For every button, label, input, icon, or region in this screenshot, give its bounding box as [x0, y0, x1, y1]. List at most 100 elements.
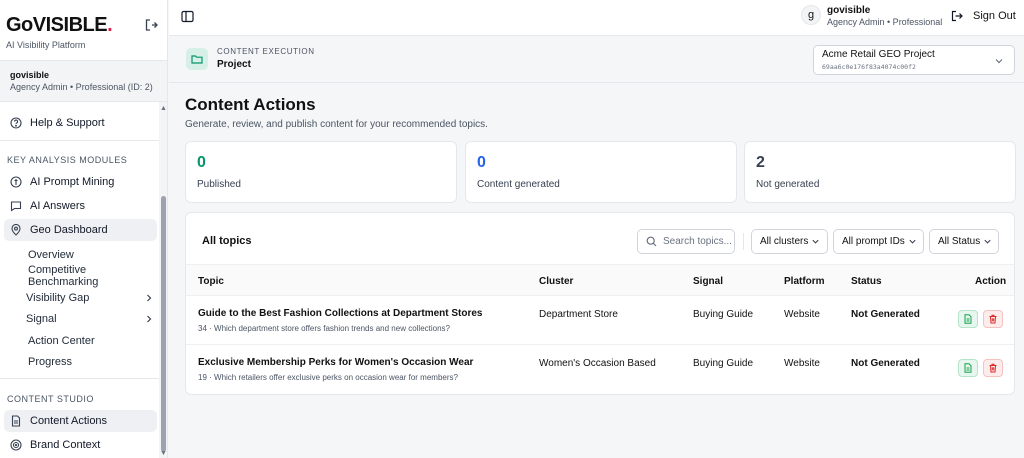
bulb-icon	[10, 176, 22, 188]
column-header-signal[interactable]: Signal	[693, 276, 723, 287]
search-icon	[646, 236, 657, 247]
cluster-cell: Department Store	[539, 309, 618, 320]
chevron-down-icon	[995, 59, 1003, 64]
tagline: AI Visibility Platform	[6, 40, 86, 50]
stat-label: Published	[197, 179, 241, 190]
chevron-right-icon	[147, 294, 152, 302]
message-icon	[10, 201, 22, 212]
cluster-cell: Women's Occasion Based	[539, 358, 656, 369]
collapse-sidebar-icon[interactable]	[144, 18, 158, 32]
platform-cell: Website	[784, 358, 820, 369]
sidebar-subitem-overview[interactable]: Overview	[28, 245, 156, 265]
column-header-topic[interactable]: Topic	[198, 276, 224, 287]
stat-value: 0	[477, 154, 486, 171]
logo[interactable]: GoVISIBLE.	[6, 14, 113, 36]
sidebar-item-ai-prompt-mining[interactable]: AI Prompt Mining	[4, 171, 157, 193]
sidebar-item-ai-answers[interactable]: AI Answers	[4, 195, 157, 217]
sidebar-item-label: Brand Context	[30, 439, 101, 451]
topbar-user-name: govisible	[827, 5, 871, 16]
delete-button[interactable]	[983, 310, 1003, 328]
prompt-id: 34	[198, 324, 207, 333]
folder-badge	[186, 48, 208, 70]
sidebar-user-box: govisible Agency Admin • Professional (I…	[0, 60, 167, 102]
search-box[interactable]	[637, 229, 735, 254]
project-name: Acme Retail GEO Project	[822, 49, 935, 60]
platform-cell: Website	[784, 309, 820, 320]
panel-toggle-icon[interactable]	[181, 10, 194, 23]
project-id: 69aa6c0e176f83a4074c00f2	[822, 63, 916, 71]
sidebar-subitem-label: Visibility Gap	[26, 292, 90, 304]
sign-out-button[interactable]: Sign Out	[951, 8, 1016, 24]
file-text-icon	[964, 363, 972, 373]
divider	[0, 378, 159, 379]
sidebar-user-role: Agency Admin • Professional (ID: 2)	[10, 82, 153, 92]
sidebar-subitem-competitive-benchmarking[interactable]: Competitive Benchmarking	[28, 264, 156, 288]
sidebar-subitem-visibility-gap[interactable]: Visibility Gap	[26, 288, 154, 308]
column-header-cluster[interactable]: Cluster	[539, 276, 573, 287]
sidebar-scrollbar-thumb[interactable]	[161, 196, 166, 452]
filter-clusters[interactable]: All clusters	[751, 229, 828, 254]
stat-value: 0	[197, 154, 206, 171]
question-text: Which department store offers fashion tr…	[214, 324, 450, 333]
help-circle-icon	[10, 117, 22, 129]
map-pin-icon	[11, 224, 21, 236]
topic-title[interactable]: Exclusive Membership Perks for Women's O…	[198, 357, 473, 368]
sidebar-item-label: AI Prompt Mining	[30, 176, 115, 188]
table-row[interactable]: Guide to the Best Fashion Collections at…	[186, 296, 1014, 345]
sidebar-subitem-action-center[interactable]: Action Center	[28, 331, 156, 351]
topic-question: 34 · Which department store offers fashi…	[198, 324, 450, 333]
sidebar-item-label: Geo Dashboard	[30, 224, 108, 236]
sidebar-item-content-actions[interactable]: Content Actions	[4, 410, 157, 432]
filter-prompt-ids[interactable]: All prompt IDs	[833, 229, 924, 254]
sidebar-subitem-label: Overview	[28, 249, 74, 261]
page-title: Content Actions	[185, 95, 316, 114]
context-value: Project	[217, 59, 251, 70]
signal-cell: Buying Guide	[693, 358, 754, 369]
avatar[interactable]: g	[801, 5, 821, 25]
table-row[interactable]: Exclusive Membership Perks for Women's O…	[186, 345, 1014, 394]
prompt-id: 19	[198, 373, 207, 382]
search-input[interactable]	[663, 236, 733, 247]
generate-content-button[interactable]	[958, 359, 978, 377]
sidebar-subitem-label: Competitive Benchmarking	[28, 264, 99, 288]
delete-button[interactable]	[983, 359, 1003, 377]
chevron-down-icon	[812, 239, 819, 244]
sidebar-subitem-label: Progress	[28, 356, 73, 368]
filter-status[interactable]: All Status	[929, 229, 999, 254]
sidebar-item-geo-dashboard[interactable]: Geo Dashboard	[4, 219, 157, 241]
topic-title[interactable]: Guide to the Best Fashion Collections at…	[198, 308, 483, 319]
sign-out-label: Sign Out	[973, 10, 1016, 22]
context-bar: CONTENT EXECUTION Project Acme Retail GE…	[169, 37, 1024, 83]
generate-content-button[interactable]	[958, 310, 978, 328]
sidebar-item-label: AI Answers	[30, 200, 86, 212]
stat-card-not-generated: 2 Not generated	[744, 141, 1016, 203]
sidebar-subitem-progress[interactable]: Progress	[28, 352, 156, 372]
context-label: CONTENT EXECUTION	[217, 47, 315, 56]
trash-icon	[989, 314, 997, 324]
project-select[interactable]: Acme Retail GEO Project 69aa6c0e176f83a4…	[813, 45, 1015, 75]
chevron-right-icon	[147, 315, 152, 323]
status-cell: Not Generated	[851, 358, 920, 369]
sidebar-subitem-label: Signal	[26, 313, 57, 325]
file-text-icon	[964, 314, 972, 324]
column-header-platform[interactable]: Platform	[784, 276, 825, 287]
section-label-content-studio: CONTENT STUDIO	[7, 394, 94, 404]
sidebar-item-label: Content Actions	[30, 415, 108, 427]
sidebar-item-help-support[interactable]: Help & Support	[4, 112, 157, 134]
scroll-down-icon[interactable]: ▼	[160, 450, 167, 457]
scroll-up-icon[interactable]: ▲	[160, 105, 167, 112]
section-label-analysis: KEY ANALYSIS MODULES	[7, 155, 128, 165]
filter-label: All clusters	[760, 236, 809, 247]
topics-table-card: All topics All clusters All prompt IDs A…	[185, 212, 1015, 395]
status-cell: Not Generated	[851, 309, 920, 320]
chevron-down-icon	[984, 239, 991, 244]
main-content: Content Actions Generate, review, and pu…	[169, 84, 1024, 458]
trash-icon	[989, 363, 997, 373]
chevron-down-icon	[909, 239, 916, 244]
divider	[743, 233, 744, 250]
sidebar-user-name: govisible	[10, 70, 50, 80]
sidebar-item-brand-context[interactable]: Brand Context	[4, 434, 157, 456]
column-header-status[interactable]: Status	[851, 276, 882, 287]
sidebar-subitem-signal[interactable]: Signal	[26, 309, 154, 329]
sidebar: GoVISIBLE. AI Visibility Platform govisi…	[0, 0, 168, 458]
